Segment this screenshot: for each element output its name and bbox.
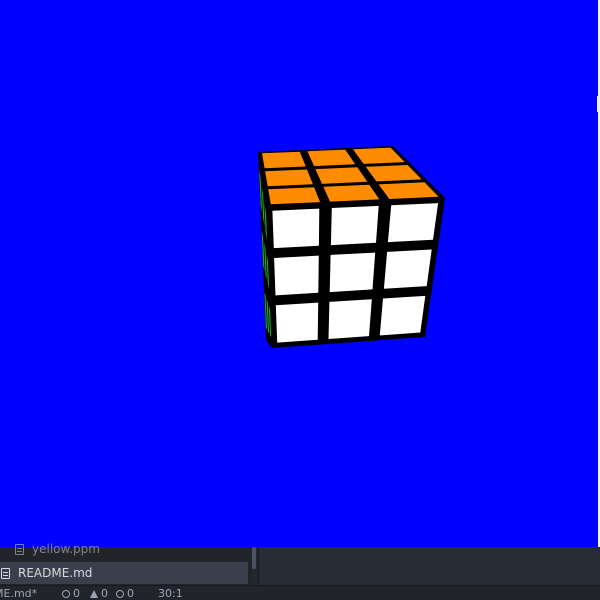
cube-top-sticker [265,169,313,187]
file-text-icon [1,567,10,579]
cube-top-sticker [323,184,380,202]
file-tree-panel: yellow.ppm README.md [0,542,252,585]
cube-front-sticker [329,252,376,293]
cube-top-sticker [262,151,306,169]
warning-icon [90,590,98,598]
status-errors-count: 0 [73,587,80,600]
status-bar: ME.md* 0 0 0 30:1 [0,585,600,600]
error-icon [62,590,70,598]
cube-front-sticker [387,203,439,243]
status-cursor-position[interactable]: 30:1 [158,587,183,600]
cube-top-sticker [268,187,321,205]
cube-front-sticker [272,208,320,249]
cube-front-sticker [274,255,319,296]
status-warnings[interactable]: 0 [90,587,108,600]
status-info-count: 0 [127,587,134,600]
status-errors[interactable]: 0 [62,587,80,600]
cube-front-sticker [379,295,426,336]
status-info[interactable]: 0 [116,587,134,600]
rubiks-cube [258,146,445,348]
cube-front-sticker [275,302,319,343]
cube-front-sticker [383,249,432,289]
render-viewport[interactable] [0,0,598,547]
editor-pane[interactable] [259,547,600,585]
file-item-label: README.md [18,566,93,580]
application-window: yellow.ppm README.md ME.md* 0 0 0 30:1 [0,0,600,600]
cube-front-sticker [328,299,372,339]
file-item-label: yellow.ppm [32,542,100,556]
file-text-icon [15,543,24,555]
cube-front-sticker [330,205,379,246]
file-item-yellow-ppm[interactable]: yellow.ppm [0,538,248,560]
file-item-readme[interactable]: README.md [0,562,248,584]
info-icon [116,590,124,598]
file-tree-scrollbar[interactable] [252,547,256,569]
status-warnings-count: 0 [101,587,108,600]
status-file-name[interactable]: ME.md* [0,587,37,600]
